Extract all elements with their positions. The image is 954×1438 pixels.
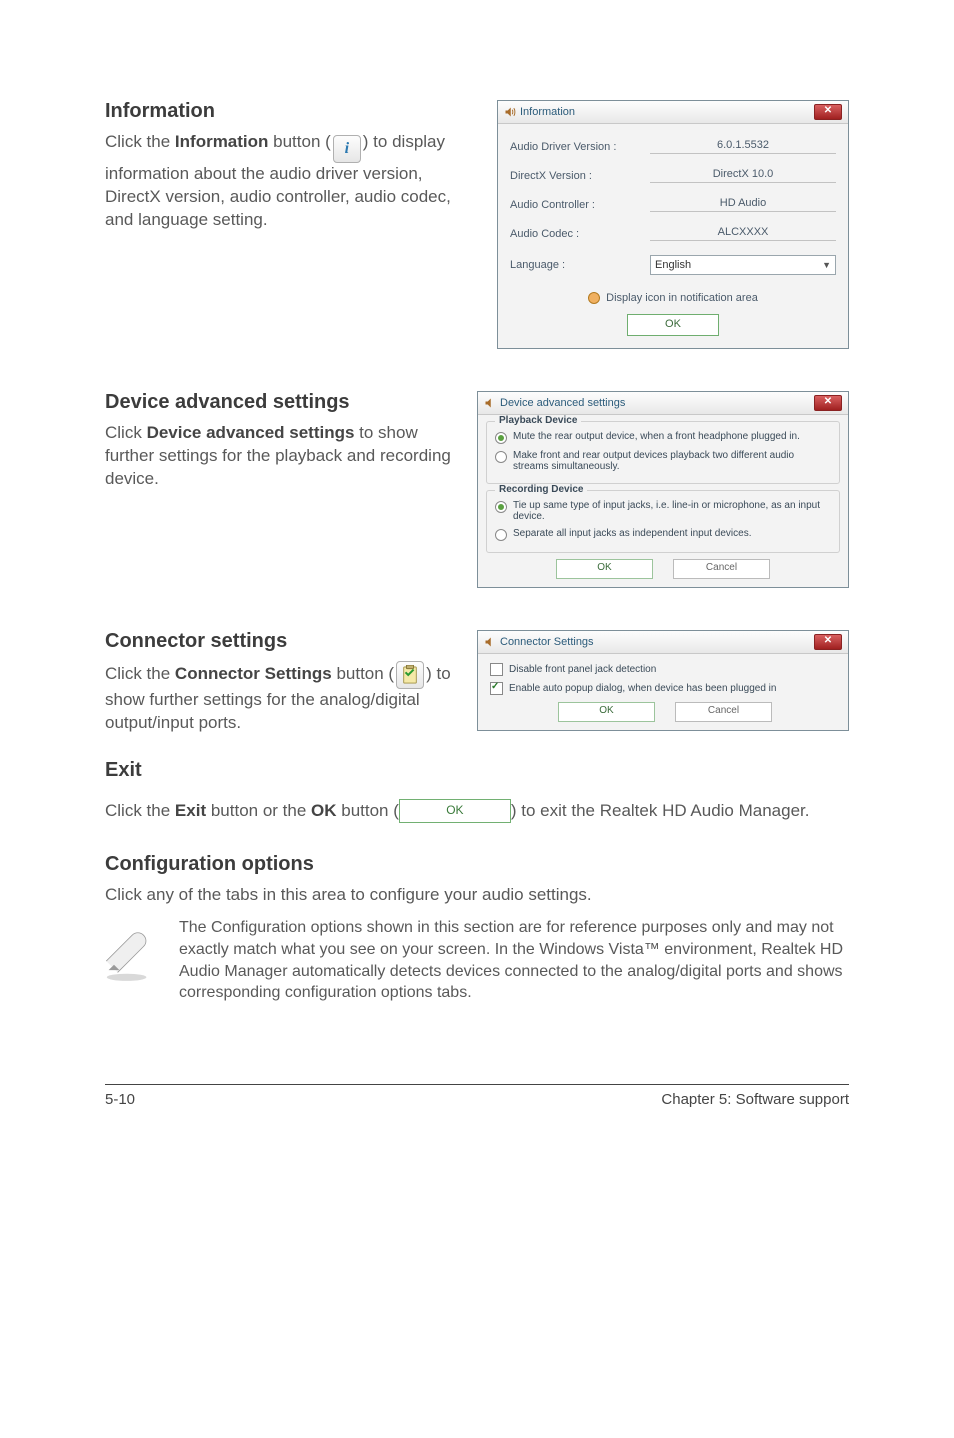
radio-label: Make front and rear output devices playb… bbox=[513, 450, 831, 472]
label-audio-controller: Audio Controller : bbox=[510, 199, 650, 211]
note-block: The Configuration options shown in this … bbox=[105, 917, 849, 1003]
section-heading-connector: Connector settings bbox=[105, 630, 459, 653]
checkbox-label: Enable auto popup dialog, when device ha… bbox=[509, 683, 776, 694]
display-icon-label: Display icon in notification area bbox=[606, 292, 758, 304]
checkbox-disable-front-jack[interactable]: Disable front panel jack detection bbox=[490, 660, 840, 679]
radio-label: Tie up same type of input jacks, i.e. li… bbox=[513, 500, 831, 522]
chevron-down-icon: ▼ bbox=[822, 260, 831, 270]
close-icon[interactable]: ✕ bbox=[814, 395, 842, 411]
radio-separate-jacks[interactable]: Separate all input jacks as independent … bbox=[495, 525, 831, 544]
footer-divider bbox=[105, 1084, 849, 1085]
bold-connector: Connector Settings bbox=[175, 664, 332, 683]
ok-button[interactable]: OK bbox=[558, 702, 655, 722]
dialog-titlebar: Connector Settings ✕ bbox=[478, 631, 848, 654]
dialog-title: Information bbox=[520, 106, 575, 118]
close-icon[interactable]: ✕ bbox=[814, 104, 842, 120]
config-line: Click any of the tabs in this area to co… bbox=[105, 884, 849, 907]
speaker-icon bbox=[484, 397, 496, 409]
value-driver-version: 6.0.1.5532 bbox=[650, 139, 836, 154]
information-paragraph: Click the Information button (i) to disp… bbox=[105, 131, 479, 232]
section-heading-information: Information bbox=[105, 100, 479, 123]
cancel-button[interactable]: Cancel bbox=[673, 559, 770, 579]
text: Click the bbox=[105, 664, 175, 683]
radio-icon bbox=[495, 451, 507, 463]
information-dialog: Information ✕ Audio Driver Version : 6.0… bbox=[497, 100, 849, 349]
cancel-button[interactable]: Cancel bbox=[675, 702, 772, 722]
text: button ( bbox=[332, 664, 394, 683]
ok-button-inline[interactable]: OK bbox=[399, 799, 511, 823]
section-heading-exit: Exit bbox=[105, 759, 849, 782]
dialog-title: Device advanced settings bbox=[500, 397, 625, 409]
speaker-icon bbox=[484, 636, 496, 648]
section-heading-device-adv: Device advanced settings bbox=[105, 391, 459, 414]
section-heading-config: Configuration options bbox=[105, 853, 849, 876]
clipboard-icon bbox=[401, 665, 419, 685]
recording-device-fieldset: Recording Device Tie up same type of inp… bbox=[486, 490, 840, 553]
bold-information: Information bbox=[175, 132, 269, 151]
checkbox-icon bbox=[490, 663, 503, 676]
radio-icon bbox=[495, 501, 507, 513]
text: Click the bbox=[105, 132, 175, 151]
radio-icon bbox=[495, 529, 507, 541]
label-driver-version: Audio Driver Version : bbox=[510, 141, 650, 153]
speaker-icon bbox=[504, 106, 516, 118]
label-directx-version: DirectX Version : bbox=[510, 170, 650, 182]
device-advanced-settings-dialog: Device advanced settings ✕ Playback Devi… bbox=[477, 391, 849, 588]
text: Click bbox=[105, 423, 147, 442]
text: button ( bbox=[337, 801, 399, 820]
playback-legend: Playback Device bbox=[495, 415, 581, 426]
radio-two-streams[interactable]: Make front and rear output devices playb… bbox=[495, 447, 831, 475]
info-icon-button[interactable]: i bbox=[333, 135, 361, 163]
exit-paragraph: Click the Exit button or the OK button (… bbox=[105, 799, 849, 824]
bold-ok: OK bbox=[311, 801, 337, 820]
checkbox-icon bbox=[490, 682, 503, 695]
pen-icon bbox=[105, 917, 159, 1003]
chapter-label: Chapter 5: Software support bbox=[661, 1091, 849, 1108]
display-icon-row: Display icon in notification area bbox=[508, 292, 838, 304]
value-directx-version: DirectX 10.0 bbox=[650, 168, 836, 183]
bold-device-adv: Device advanced settings bbox=[147, 423, 355, 442]
ok-button[interactable]: OK bbox=[556, 559, 653, 579]
checkbox-label: Disable front panel jack detection bbox=[509, 664, 656, 675]
bullet-icon bbox=[588, 292, 600, 304]
info-icon: i bbox=[345, 138, 349, 160]
text: ) to exit the Realtek HD Audio Manager. bbox=[511, 801, 810, 820]
radio-label: Separate all input jacks as independent … bbox=[513, 528, 752, 539]
radio-icon bbox=[495, 432, 507, 444]
label-audio-codec: Audio Codec : bbox=[510, 228, 650, 240]
language-combobox[interactable]: English ▼ bbox=[650, 255, 836, 275]
ok-button[interactable]: OK bbox=[627, 314, 719, 336]
text: button or the bbox=[206, 801, 311, 820]
dialog-titlebar: Information ✕ bbox=[498, 101, 848, 124]
playback-device-fieldset: Playback Device Mute the rear output dev… bbox=[486, 421, 840, 484]
device-adv-paragraph: Click Device advanced settings to show f… bbox=[105, 422, 459, 491]
bold-exit: Exit bbox=[175, 801, 206, 820]
checkbox-enable-auto-popup[interactable]: Enable auto popup dialog, when device ha… bbox=[490, 679, 840, 698]
connector-settings-dialog: Connector Settings ✕ Disable front panel… bbox=[477, 630, 849, 731]
dialog-title: Connector Settings bbox=[500, 636, 594, 648]
value-audio-codec: ALCXXXX bbox=[650, 226, 836, 241]
label-language: Language : bbox=[510, 259, 650, 271]
close-icon[interactable]: ✕ bbox=[814, 634, 842, 650]
recording-legend: Recording Device bbox=[495, 484, 587, 495]
note-text: The Configuration options shown in this … bbox=[179, 917, 849, 1003]
radio-tie-jacks[interactable]: Tie up same type of input jacks, i.e. li… bbox=[495, 497, 831, 525]
text: button ( bbox=[268, 132, 330, 151]
connector-settings-icon-button[interactable] bbox=[396, 661, 424, 689]
text: Click the bbox=[105, 801, 175, 820]
value-audio-controller: HD Audio bbox=[650, 197, 836, 212]
combobox-value: English bbox=[655, 259, 691, 271]
connector-paragraph: Click the Connector Settings button ( ) … bbox=[105, 661, 459, 735]
radio-label: Mute the rear output device, when a fron… bbox=[513, 431, 800, 442]
radio-mute-rear[interactable]: Mute the rear output device, when a fron… bbox=[495, 428, 831, 447]
dialog-titlebar: Device advanced settings ✕ bbox=[478, 392, 848, 415]
page-number: 5-10 bbox=[105, 1091, 135, 1108]
